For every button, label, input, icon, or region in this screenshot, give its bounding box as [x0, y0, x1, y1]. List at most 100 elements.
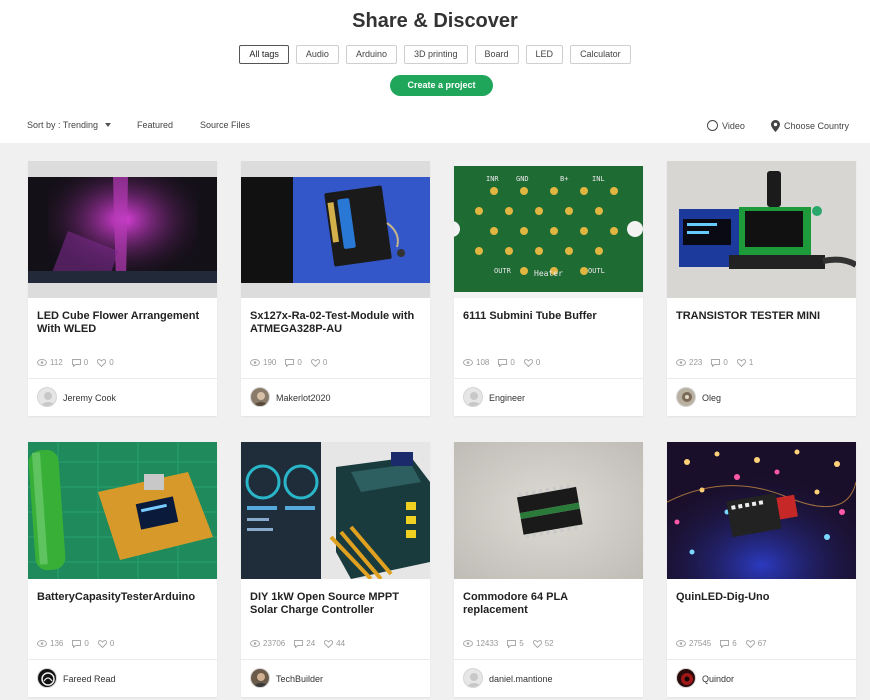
avatar[interactable]: [463, 668, 483, 688]
card-divider: [241, 378, 430, 379]
featured-filter[interactable]: Featured: [137, 120, 173, 130]
page-title: Share & Discover: [352, 10, 518, 32]
heart-icon: [523, 358, 533, 367]
comment-icon: [720, 639, 730, 648]
avatar[interactable]: [250, 387, 270, 407]
project-stats: 27545 6 67: [676, 639, 767, 648]
author-name[interactable]: TechBuilder: [276, 674, 323, 684]
tag-board[interactable]: Board: [474, 45, 519, 64]
comment-icon: [711, 358, 721, 367]
comment-count: 0: [723, 358, 728, 367]
author-name[interactable]: Makerlot2020: [276, 393, 331, 403]
project-title[interactable]: LED Cube Flower Arrangement With WLED: [37, 310, 209, 336]
project-thumbnail[interactable]: [454, 442, 643, 579]
country-selector[interactable]: Choose Country: [771, 120, 849, 132]
project-card[interactable]: DIY 1kW Open Source MPPT Solar Charge Co…: [241, 442, 430, 697]
project-thumbnail[interactable]: [667, 442, 856, 579]
eye-icon: [676, 359, 686, 366]
heart-icon: [736, 358, 746, 367]
author-name[interactable]: daniel.mantione: [489, 674, 553, 684]
author-name[interactable]: Oleg: [702, 393, 721, 403]
pcb-label-heater: Heater: [534, 269, 563, 278]
source-files-filter[interactable]: Source Files: [200, 120, 250, 130]
avatar[interactable]: [37, 387, 57, 407]
comment-count: 0: [510, 358, 515, 367]
project-thumbnail[interactable]: [241, 442, 430, 579]
project-title[interactable]: 6111 Submini Tube Buffer: [463, 310, 635, 323]
toolbar: Sort by : Trending Featured Source Files…: [0, 120, 870, 134]
project-card[interactable]: BatteryCapasityTesterArduino 136 0 0 Far…: [28, 442, 217, 697]
comment-icon: [285, 358, 295, 367]
project-stats: 190 0 0: [250, 358, 327, 367]
project-title[interactable]: QuinLED-Dig-Uno: [676, 591, 848, 604]
project-card[interactable]: LED Cube Flower Arrangement With WLED 11…: [28, 161, 217, 416]
project-title[interactable]: Sx127x-Ra-02-Test-Module with ATMEGA328P…: [250, 310, 422, 336]
view-count: 23706: [263, 639, 286, 648]
like-count: 0: [535, 358, 541, 367]
pcb-label-inl: INL: [592, 175, 605, 183]
view-count: 112: [50, 358, 63, 367]
project-card[interactable]: Commodore 64 PLA replacement 12433 5 52 …: [454, 442, 643, 697]
like-count: 0: [109, 639, 115, 648]
create-project-button[interactable]: Create a project: [390, 75, 493, 96]
location-pin-icon: [771, 120, 780, 132]
heart-icon: [532, 639, 542, 648]
tag-all-tags[interactable]: All tags: [239, 45, 289, 64]
project-title[interactable]: BatteryCapasityTesterArduino: [37, 591, 209, 604]
project-card[interactable]: INR GND B+ INL OUTR Heater OUTL 6111 Sub…: [454, 161, 643, 416]
project-stats: 136 0 0: [37, 639, 114, 648]
project-thumbnail[interactable]: [241, 161, 430, 298]
like-count: 52: [544, 639, 554, 648]
eye-icon: [37, 640, 47, 647]
avatar[interactable]: [37, 668, 57, 688]
view-count: 136: [50, 639, 64, 648]
project-title[interactable]: DIY 1kW Open Source MPPT Solar Charge Co…: [250, 591, 422, 617]
tag-calculator[interactable]: Calculator: [570, 45, 631, 64]
project-thumbnail[interactable]: [667, 161, 856, 298]
project-title[interactable]: Commodore 64 PLA replacement: [463, 591, 635, 617]
view-count: 12433: [476, 639, 499, 648]
avatar[interactable]: [676, 668, 696, 688]
view-count: 27545: [689, 639, 712, 648]
video-filter[interactable]: Video: [707, 120, 745, 131]
comment-icon: [498, 358, 508, 367]
heart-icon: [97, 639, 107, 648]
project-title[interactable]: TRANSISTOR TESTER MINI: [676, 310, 848, 323]
avatar[interactable]: [463, 387, 483, 407]
project-stats: 23706 24 44: [250, 639, 345, 648]
tag-audio[interactable]: Audio: [295, 45, 339, 64]
author-name[interactable]: Engineer: [489, 393, 525, 403]
tag-arduino[interactable]: Arduino: [345, 45, 397, 64]
project-thumbnail[interactable]: INR GND B+ INL OUTR Heater OUTL: [454, 161, 643, 298]
comment-count: 6: [732, 639, 737, 648]
project-stats: 12433 5 52: [463, 639, 554, 648]
project-thumbnail[interactable]: [28, 442, 217, 579]
project-card[interactable]: Sx127x-Ra-02-Test-Module with ATMEGA328P…: [241, 161, 430, 416]
tag-led[interactable]: LED: [525, 45, 564, 64]
pcb-label-outl: OUTL: [588, 267, 605, 275]
eye-icon: [463, 640, 473, 647]
author-name[interactable]: Fareed Read: [63, 674, 116, 684]
author-name[interactable]: Jeremy Cook: [63, 393, 116, 403]
avatar[interactable]: [676, 387, 696, 407]
card-divider: [28, 659, 217, 660]
project-card[interactable]: TRANSISTOR TESTER MINI 223 0 1 Oleg: [667, 161, 856, 416]
eye-icon: [250, 640, 260, 647]
view-count: 108: [476, 358, 490, 367]
video-label: Video: [722, 120, 745, 131]
card-divider: [667, 378, 856, 379]
sort-dropdown[interactable]: Sort by : Trending: [27, 120, 112, 130]
comment-count: 0: [297, 358, 302, 367]
pcb-label-inr: INR: [486, 175, 499, 183]
project-card[interactable]: QuinLED-Dig-Uno 27545 6 67 Quindor: [667, 442, 856, 697]
eye-icon: [676, 640, 686, 647]
project-grid: LED Cube Flower Arrangement With WLED 11…: [0, 143, 870, 700]
tag-filter-bar: All tags Audio Arduino 3D printing Board…: [0, 45, 870, 64]
like-count: 0: [322, 358, 328, 367]
tag-3d-printing[interactable]: 3D printing: [403, 45, 468, 64]
avatar[interactable]: [250, 668, 270, 688]
author-name[interactable]: Quindor: [702, 674, 734, 684]
project-thumbnail[interactable]: [28, 161, 217, 298]
card-divider: [28, 378, 217, 379]
comment-icon: [294, 639, 304, 648]
